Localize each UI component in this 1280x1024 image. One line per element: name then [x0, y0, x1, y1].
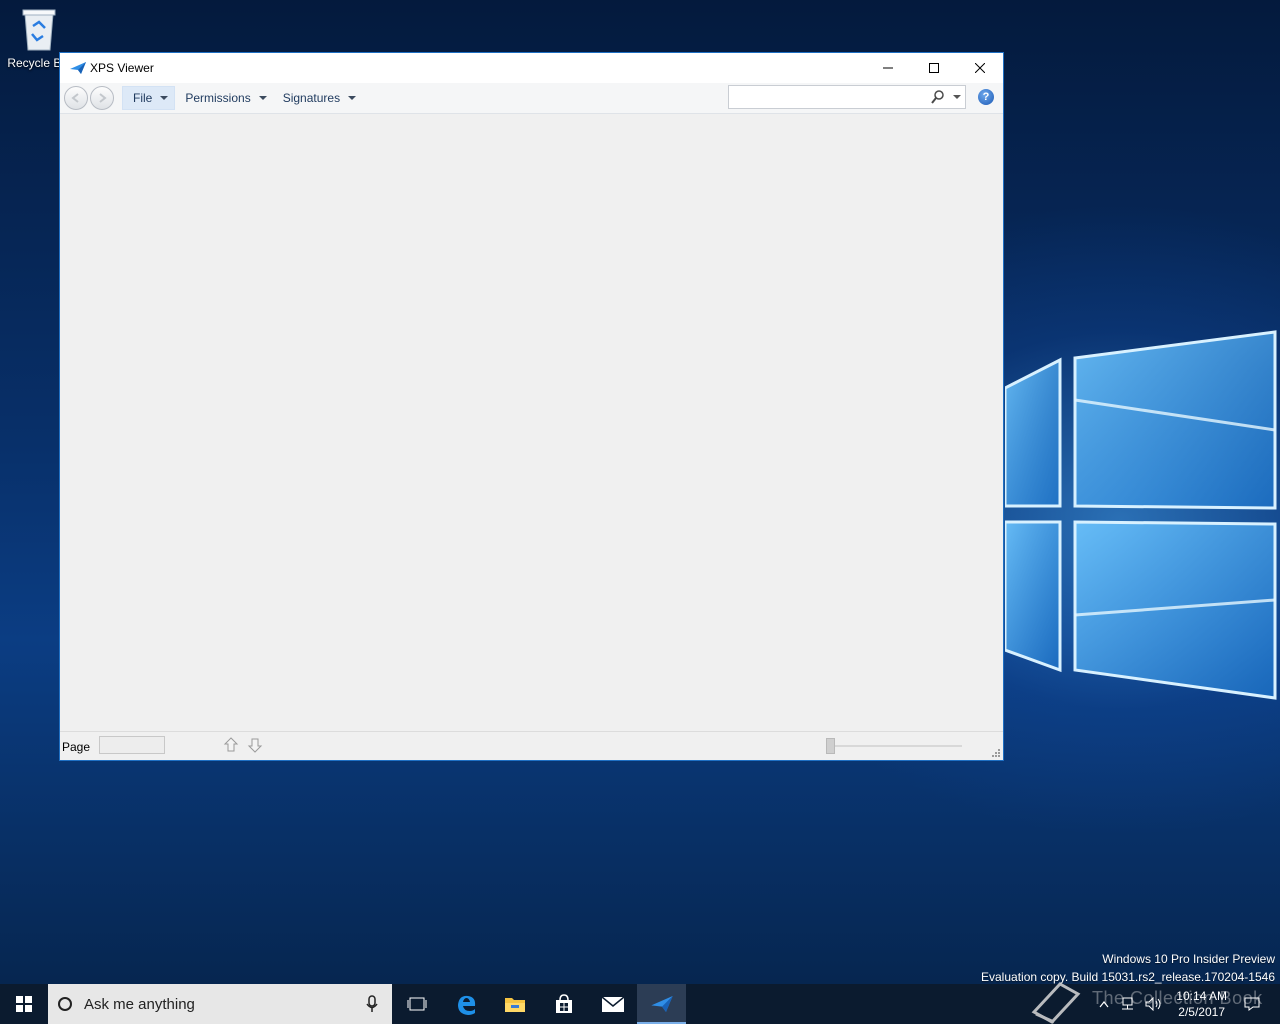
back-arrow-icon — [71, 93, 79, 103]
chevron-down-icon — [160, 96, 169, 100]
menu-file-label: File — [133, 91, 153, 105]
taskbar: Ask me anything 10:14 AM 2/5/2017 — [0, 984, 1280, 1024]
zoom-slider-thumb[interactable] — [826, 738, 835, 754]
document-area[interactable] — [60, 114, 1003, 732]
xps-viewer-icon — [70, 62, 86, 74]
page-label: Page — [62, 740, 91, 754]
help-icon: ? — [982, 91, 990, 103]
menu-signatures-label: Signatures — [282, 91, 341, 105]
taskbar-mail[interactable] — [588, 984, 637, 1024]
resize-grip-icon[interactable] — [991, 748, 1001, 758]
recycle-bin-icon — [19, 6, 59, 52]
previous-page-button[interactable] — [223, 737, 239, 753]
microphone-icon[interactable] — [366, 995, 378, 1013]
search-input[interactable] — [733, 86, 927, 108]
window-title: XPS Viewer — [90, 61, 154, 75]
close-icon — [975, 63, 985, 73]
edge-icon — [457, 995, 475, 1015]
page-number-input[interactable] — [99, 736, 165, 754]
next-page-button[interactable] — [247, 737, 263, 753]
task-view-icon — [407, 997, 426, 1011]
minimize-button[interactable] — [865, 53, 911, 83]
cortana-icon — [58, 997, 72, 1011]
cortana-search-placeholder: Ask me anything — [84, 995, 195, 1013]
minimize-icon — [883, 67, 893, 69]
xps-viewer-window: XPS Viewer File Permissions Signatures ?… — [59, 52, 1004, 761]
taskbar-xps-viewer[interactable] — [637, 984, 686, 1024]
cortana-search-box[interactable]: Ask me anything — [48, 984, 392, 1024]
start-button[interactable] — [0, 984, 48, 1024]
menu-file[interactable]: File — [122, 86, 176, 110]
menu-permissions[interactable]: Permissions — [175, 86, 272, 110]
store-icon — [555, 994, 572, 1013]
forward-arrow-icon — [99, 93, 107, 103]
maximize-button[interactable] — [911, 53, 957, 83]
watermark-edition: Windows 10 Pro Insider Preview — [1102, 952, 1275, 966]
back-button[interactable] — [64, 86, 88, 110]
build-watermark: Windows 10 Pro Insider Preview Evaluatio… — [981, 950, 1275, 986]
search-box — [728, 85, 966, 109]
toolbar: File Permissions Signatures ? — [60, 83, 1003, 114]
watermark-book-logo — [1031, 982, 1081, 1024]
forward-button[interactable] — [90, 86, 114, 110]
menu-signatures[interactable]: Signatures — [273, 86, 362, 110]
xps-viewer-icon — [650, 996, 673, 1012]
watermark-brand: The Collection Book — [1092, 988, 1263, 1008]
windows-logo-wallpaper — [1005, 330, 1277, 700]
title-bar[interactable]: XPS Viewer — [60, 53, 1003, 83]
chevron-down-icon — [258, 96, 267, 100]
help-button[interactable]: ? — [978, 89, 994, 105]
file-explorer-icon — [504, 998, 525, 1012]
maximize-icon — [929, 63, 939, 73]
status-bar: Page — [60, 731, 1003, 760]
chevron-down-icon — [348, 96, 357, 100]
close-button[interactable] — [957, 53, 1003, 83]
taskbar-store[interactable] — [539, 984, 588, 1024]
search-options-dropdown[interactable] — [953, 95, 961, 99]
search-icon[interactable] — [931, 90, 945, 104]
zoom-slider-track[interactable] — [826, 745, 962, 747]
mail-icon — [601, 996, 624, 1012]
taskbar-file-explorer[interactable] — [490, 984, 539, 1024]
taskbar-edge[interactable] — [441, 984, 490, 1024]
windows-start-icon — [16, 996, 32, 1012]
task-view-button[interactable] — [392, 984, 441, 1024]
menu-permissions-label: Permissions — [185, 91, 251, 105]
